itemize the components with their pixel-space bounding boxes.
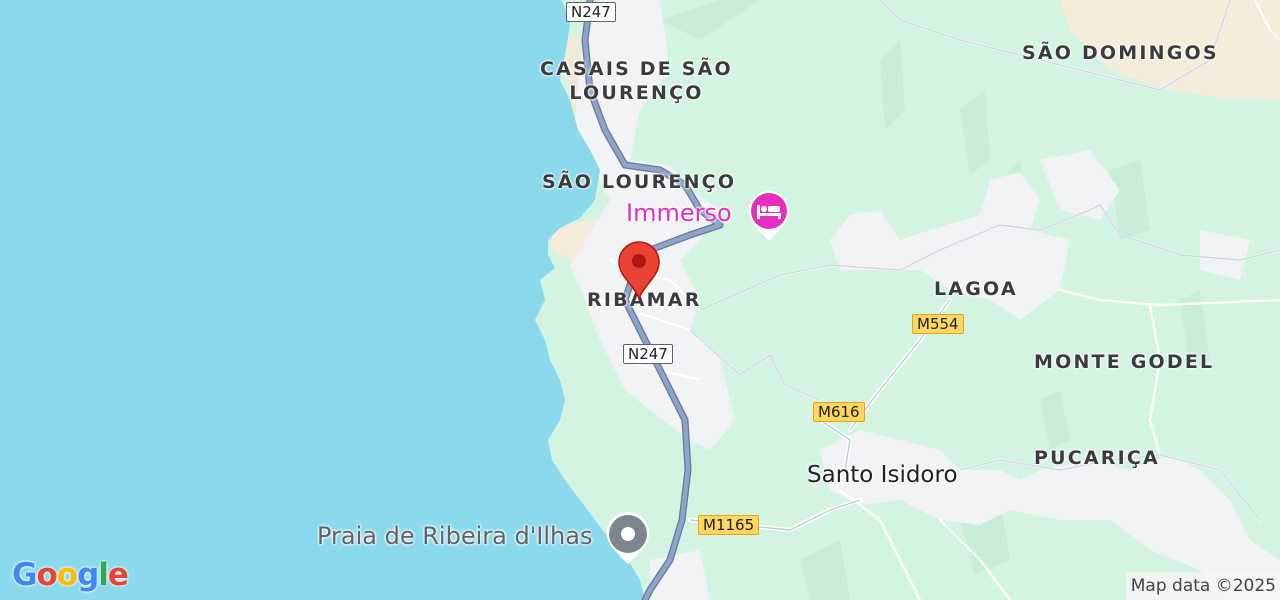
red-location-pin-icon[interactable] [617,240,661,300]
place-label-santo-isidoro: Santo Isidoro [807,462,958,488]
google-logo-letter: e [107,557,129,593]
road-shield-m1165: M1165 [698,515,760,535]
google-logo-letter: l [98,557,109,593]
place-label-casais-de-sao-lourenco: CASAIS DE SÃO LOURENÇO [540,57,733,105]
road-shield-m616: M616 [813,402,865,422]
place-label-casais-line2: LOURENÇO [569,82,704,104]
place-label-pucarica: PUCARIÇA [1034,447,1160,469]
poi-label-praia-de-ribeira-dilhas[interactable]: Praia de Ribeira d'Ilhas [317,522,592,550]
place-label-lagoa: LAGOA [934,278,1018,300]
map-attribution[interactable]: Map data ©2025 [1125,572,1280,600]
place-label-monte-godel: MONTE GODEL [1034,351,1215,373]
place-label-sao-lourenco: SÃO LOURENÇO [542,171,737,193]
google-logo-letter: o [36,557,57,593]
hotel-bed-icon[interactable] [746,189,792,243]
map-canvas[interactable]: CASAIS DE SÃO LOURENÇO SÃO DOMINGOS SÃO … [0,0,1280,600]
road-shield-m554: M554 [912,314,964,334]
google-logo-letter: g [77,557,99,593]
google-logo-letter: G [12,557,37,593]
place-label-sao-domingos: SÃO DOMINGOS [1022,42,1219,64]
road-shield-n247-top: N247 [566,2,616,22]
place-pin-icon[interactable] [604,510,652,566]
place-label-casais-line1: CASAIS DE SÃO [540,58,733,80]
road-shield-n247-mid: N247 [623,344,673,364]
google-logo-letter: o [56,557,78,593]
poi-label-immerso[interactable]: Immerso [626,199,732,227]
google-logo: Google [12,556,129,594]
